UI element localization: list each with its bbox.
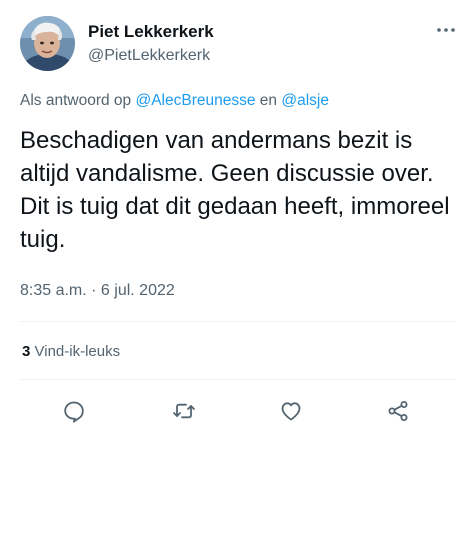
likes-number: 3 <box>22 343 31 360</box>
avatar[interactable] <box>20 16 75 71</box>
share-icon <box>388 401 408 421</box>
reply-prefix: Als antwoord op <box>20 92 132 109</box>
tweet-text: Beschadigen van andermans bezit is altij… <box>20 127 450 253</box>
like-icon <box>281 402 301 421</box>
more-options-icon[interactable] <box>434 20 458 40</box>
divider <box>20 379 456 380</box>
retweet-button[interactable] <box>169 396 199 426</box>
tweet-header: Piet Lekkerkerk @PietLekkerkerk <box>20 14 458 74</box>
mention-link[interactable]: @alsje <box>281 92 329 109</box>
likes-label: Vind-ik-leuks <box>34 343 121 360</box>
reply-button[interactable] <box>59 396 89 426</box>
divider <box>20 321 456 322</box>
reply-context: Als antwoord op @AlecBreunesse en @alsje <box>20 92 329 110</box>
share-button[interactable] <box>383 396 413 426</box>
reply-icon <box>64 401 84 423</box>
likes-count[interactable]: 3 Vind-ik-leuks <box>22 343 120 360</box>
tweet-timestamp[interactable]: 8:35 a.m. · 6 jul. 2022 <box>20 282 175 300</box>
action-bar <box>0 396 474 426</box>
like-button[interactable] <box>276 396 306 426</box>
reply-joiner: en <box>259 92 278 109</box>
author-handle[interactable]: @PietLekkerkerk <box>88 47 210 65</box>
retweet-icon <box>173 403 195 419</box>
author-name[interactable]: Piet Lekkerkerk <box>88 22 214 42</box>
avatar-photo <box>20 16 75 71</box>
mention-link[interactable]: @AlecBreunesse <box>135 92 255 109</box>
